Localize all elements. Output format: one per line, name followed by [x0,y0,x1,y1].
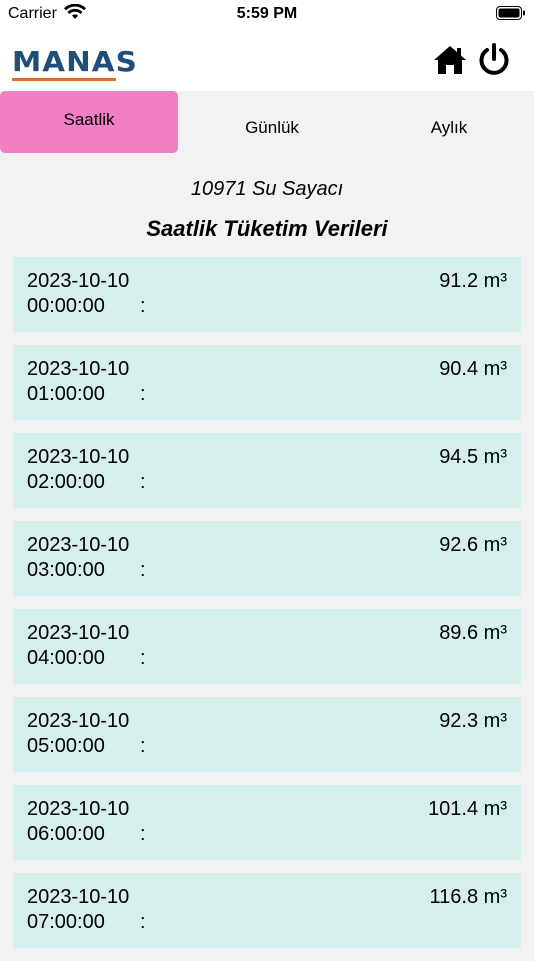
reading-separator: : [140,647,146,669]
reading-row: 2023-10-10 03:00:00 : 92.6 m³ [13,521,521,596]
reading-hour: 03:00:00 [27,559,105,581]
reading-date: 2023-10-10 [27,270,130,292]
tab-label: Saatlik [63,110,115,129]
reading-row: 2023-10-10 02:00:00 : 94.5 m³ [13,433,521,508]
section-title: Saatlik Tüketim Verileri [146,216,388,241]
reading-separator: : [140,383,146,405]
reading-value: 90.4 m³ [439,358,507,380]
reading-row: 2023-10-10 05:00:00 : 92.3 m³ [13,697,521,772]
tab-gunluk[interactable]: Günlük [182,97,362,159]
reading-value: 94.5 m³ [439,446,507,468]
tab-saatlik[interactable]: Saatlik [0,91,178,153]
reading-separator: : [140,735,146,757]
reading-value: 92.6 m³ [439,534,507,556]
power-button[interactable] [476,42,512,78]
reading-date: 2023-10-10 [27,622,130,644]
home-icon [434,46,466,74]
readings-list[interactable]: 2023-10-10 00:00:00 : 91.2 m³ 2023-10-10… [13,257,521,961]
tab-aylik[interactable]: Aylık [360,97,534,159]
reading-date: 2023-10-10 [27,446,130,468]
status-bar: Carrier 5:59 PM [0,0,534,30]
reading-value: 116.8 m³ [429,886,507,908]
reading-value: 91.2 m³ [439,270,507,292]
tab-label: Aylık [430,118,468,137]
reading-separator: : [140,295,146,317]
reading-row: 2023-10-10 00:00:00 : 91.2 m³ [13,257,521,332]
reading-date: 2023-10-10 [27,534,130,556]
reading-separator: : [140,471,146,493]
reading-hour: 01:00:00 [27,383,105,405]
manas-logo: MANAS [12,48,137,82]
reading-separator: : [140,911,146,933]
reading-separator: : [140,823,146,845]
reading-row: 2023-10-10 07:00:00 : 116.8 m³ [13,873,521,948]
reading-date: 2023-10-10 [27,710,130,732]
reading-hour: 04:00:00 [27,647,105,669]
reading-hour: 07:00:00 [27,911,105,933]
status-time: 5:59 PM [236,5,298,22]
meter-title: 10971 Su Sayacı [190,178,344,200]
reading-hour: 05:00:00 [27,735,105,757]
tab-label: Günlük [245,118,299,137]
reading-value: 89.6 m³ [439,622,507,644]
reading-hour: 00:00:00 [27,295,105,317]
reading-hour: 02:00:00 [27,471,105,493]
reading-hour: 06:00:00 [27,823,105,845]
home-button[interactable] [432,44,468,78]
period-tabs: Saatlik Günlük Aylık [0,91,534,153]
battery-icon [496,6,526,26]
reading-row: 2023-10-10 01:00:00 : 90.4 m³ [13,345,521,420]
reading-row: 2023-10-10 06:00:00 : 101.4 m³ [13,785,521,860]
app-header: MANAS [0,30,534,91]
reading-date: 2023-10-10 [27,358,130,380]
reading-row: 2023-10-10 04:00:00 : 89.6 m³ [13,609,521,684]
power-icon [479,43,509,75]
logo-text: MANAS [12,45,138,78]
logo-underline [12,78,116,81]
reading-separator: : [140,559,146,581]
reading-value: 92.3 m³ [439,710,507,732]
reading-value: 101.4 m³ [428,798,507,820]
reading-date: 2023-10-10 [27,798,130,820]
reading-date: 2023-10-10 [27,886,130,908]
